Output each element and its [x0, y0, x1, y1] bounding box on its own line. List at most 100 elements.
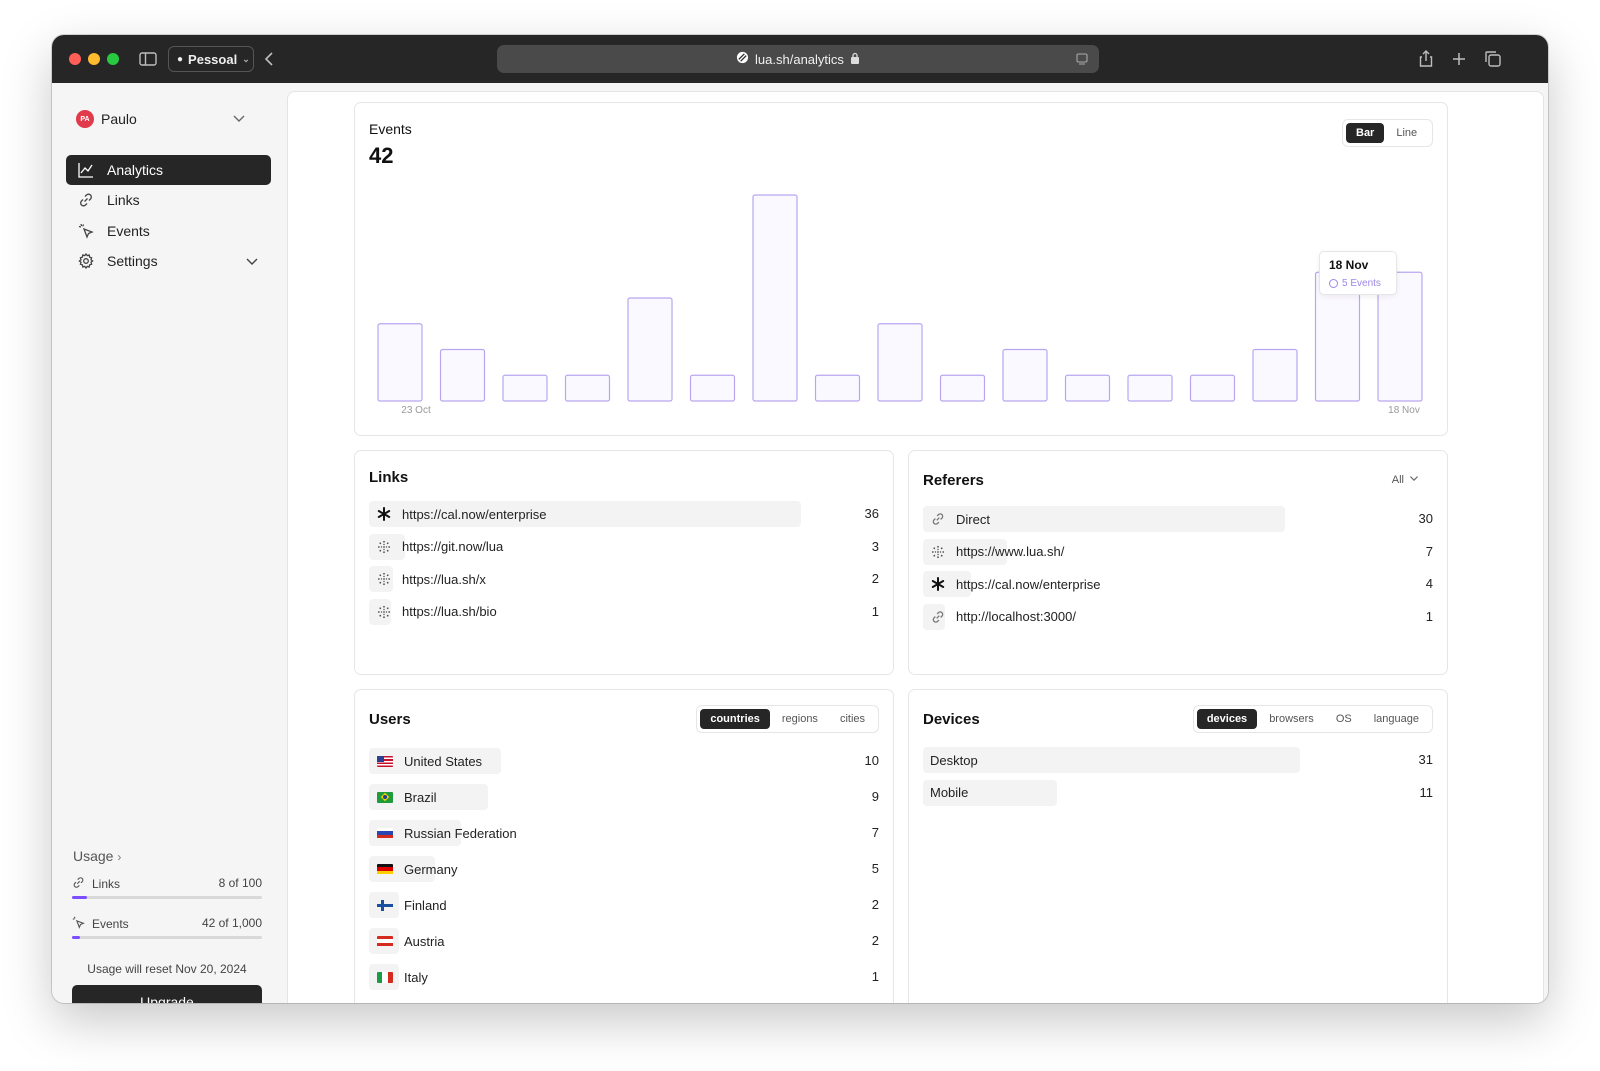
usage-count: 42 of 1,000: [201, 916, 262, 930]
back-arrow-icon[interactable]: [258, 47, 282, 71]
referers-card: Referers All Direct 30 https://www.lua.sh/…: [908, 450, 1448, 675]
country-row[interactable]: Germany 5: [369, 856, 879, 882]
link-row[interactable]: https://cal.now/enterprise 36: [369, 501, 879, 527]
dotted-circle-icon: [375, 538, 393, 556]
close-window-button[interactable]: [69, 53, 81, 65]
chart-bar[interactable]: [689, 374, 736, 402]
row-label: http://localhost:3000/: [956, 609, 1076, 624]
chart-bar[interactable]: [564, 374, 611, 402]
chart-bar[interactable]: [439, 348, 486, 402]
reader-icon[interactable]: [1075, 52, 1089, 69]
country-row[interactable]: Italy 1: [369, 964, 879, 990]
referer-row[interactable]: Direct 30: [923, 506, 1433, 532]
row-value: 2: [871, 933, 879, 948]
share-icon[interactable]: [1414, 47, 1438, 71]
usage-progress-fill: [72, 896, 88, 899]
row-label: https://git.now/lua: [402, 539, 504, 554]
cursor-click-icon: [72, 916, 85, 932]
links-card: Links https://cal.now/enterprise 36 https:…: [354, 450, 894, 675]
country-row[interactable]: United States 10: [369, 748, 879, 774]
chevron-down-icon: [232, 111, 246, 130]
row-label: https://cal.now/enterprise: [956, 576, 1101, 592]
profile-switcher[interactable]: ● Pessoal ⌄: [168, 46, 254, 72]
referer-row[interactable]: https://cal.now/enterprise 4: [923, 571, 1433, 597]
row-label: Finland: [404, 897, 447, 913]
sidebar-item-links[interactable]: Links: [66, 185, 271, 215]
row-value: 30: [1418, 511, 1433, 526]
minimize-window-button[interactable]: [88, 53, 100, 65]
row-label: Austria: [404, 933, 445, 949]
referers-filter-dropdown[interactable]: All: [1392, 473, 1419, 486]
usage-link[interactable]: Usage ›: [73, 848, 121, 864]
upgrade-button[interactable]: Upgrade: [72, 985, 262, 1003]
sidebar-item-analytics[interactable]: Analytics: [66, 155, 271, 185]
card-title: Users: [369, 711, 411, 728]
usage-links: Links 8 of 100: [72, 876, 262, 899]
usage-label: Links: [92, 877, 121, 891]
country-row[interactable]: Russian Federation 7: [369, 820, 879, 846]
chart-bar[interactable]: [1127, 374, 1173, 402]
tab-countries[interactable]: countries: [700, 709, 770, 729]
country-row[interactable]: Finland 2: [369, 892, 879, 918]
tab-overview-icon[interactable]: [1481, 47, 1505, 71]
chart-bar[interactable]: [1002, 348, 1048, 402]
link-row[interactable]: https://lua.sh/x 2: [369, 566, 879, 592]
chart-line-icon: [78, 161, 96, 179]
chevron-right-icon: ›: [117, 850, 122, 864]
row-label: Desktop: [930, 752, 978, 768]
tab-language[interactable]: language: [1364, 709, 1429, 729]
row-label: Italy: [404, 969, 428, 985]
sidebar-toggle-icon[interactable]: [136, 47, 160, 71]
row-value: 9: [871, 789, 879, 804]
tab-os[interactable]: OS: [1326, 709, 1362, 729]
address-bar[interactable]: lua.sh/analytics: [497, 45, 1099, 73]
sidebar-item-events[interactable]: Events: [66, 216, 271, 246]
device-row[interactable]: Desktop 31: [923, 747, 1433, 773]
link-icon: [72, 876, 85, 892]
chart-bar[interactable]: [1252, 348, 1298, 402]
chart-bar[interactable]: [377, 323, 423, 402]
row-value: 5: [871, 861, 879, 876]
dotted-circle-icon: [375, 603, 393, 621]
chart-bar[interactable]: [939, 374, 986, 402]
chevron-down-icon: [1409, 473, 1419, 486]
chart-bar[interactable]: [877, 323, 923, 402]
account-switcher[interactable]: PA Paulo: [76, 107, 246, 131]
tab-devices[interactable]: devices: [1196, 709, 1258, 729]
lock-icon: [850, 52, 860, 67]
chart-bar[interactable]: [502, 374, 548, 402]
sidebar-item-settings[interactable]: Settings: [66, 246, 271, 276]
maximize-window-button[interactable]: [107, 53, 119, 65]
flag-it-icon: [377, 971, 393, 983]
row-value: 1: [871, 969, 879, 984]
usage-events: Events 42 of 1,000: [72, 916, 262, 939]
users-tabs: countries regions cities: [696, 705, 879, 733]
referer-row[interactable]: https://www.lua.sh/7: [923, 538, 1433, 565]
chart-bar[interactable]: [1064, 374, 1111, 402]
browser-toolbar: ● Pessoal ⌄ lua.sh/analytics: [52, 35, 1548, 83]
sidebar-item-label: Events: [107, 223, 150, 239]
chart-tooltip: 18 Nov 5 Events: [1319, 251, 1397, 295]
tab-cities[interactable]: cities: [830, 709, 875, 729]
referer-row[interactable]: http://localhost:3000/1: [923, 603, 1433, 630]
row-label: https://lua.sh/bio: [402, 604, 497, 619]
sidebar-item-label: Links: [107, 192, 140, 208]
chart-bar[interactable]: [752, 194, 798, 402]
chart-bar[interactable]: [814, 374, 861, 402]
chevron-down-icon[interactable]: [245, 254, 259, 271]
country-row[interactable]: Brazil 9: [369, 784, 879, 810]
country-row[interactable]: Austria 2: [369, 928, 879, 954]
tab-regions[interactable]: regions: [772, 709, 828, 729]
new-tab-plus-icon[interactable]: [1447, 47, 1471, 71]
row-label: https://cal.now/enterprise: [402, 506, 547, 522]
x-tick-label: 18 Nov: [1388, 405, 1420, 416]
dotted-circle-icon: [929, 543, 947, 561]
main-content: Events 42 Bar Line 23 Oct 18 Nov 18 Nov 5…: [287, 91, 1544, 1003]
chart-bar[interactable]: [627, 297, 673, 402]
tab-browsers[interactable]: browsers: [1259, 709, 1324, 729]
link-row[interactable]: https://lua.sh/bio 1: [369, 598, 879, 625]
device-row[interactable]: Mobile 11: [923, 779, 1433, 806]
link-row[interactable]: https://git.now/lua 3: [369, 533, 879, 560]
users-card: Users countries regions cities United St…: [354, 689, 894, 1003]
chart-bar[interactable]: [1189, 374, 1236, 402]
